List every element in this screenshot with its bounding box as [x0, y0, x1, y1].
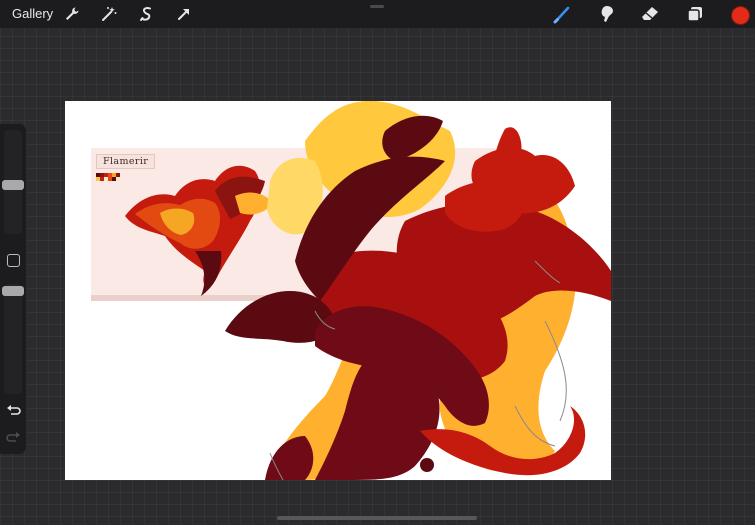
magic-wand-icon[interactable] [100, 5, 118, 23]
brush-size-slider[interactable] [2, 130, 24, 234]
gallery-button[interactable]: Gallery [12, 6, 53, 21]
modify-button[interactable] [7, 254, 20, 267]
top-handle [370, 5, 384, 8]
reference-palette [96, 173, 120, 181]
undo-arrow-icon[interactable] [6, 404, 21, 416]
opacity-slider[interactable] [2, 284, 24, 394]
brush-icon[interactable] [552, 4, 572, 24]
opacity-thumb[interactable] [2, 286, 24, 296]
selection-icon[interactable] [138, 5, 156, 23]
drawing-canvas[interactable]: Flamerir [65, 101, 611, 480]
home-indicator [277, 516, 477, 520]
reference-title: Flamerir [96, 154, 156, 169]
top-toolbar: Gallery [0, 0, 755, 28]
redo-arrow-icon[interactable] [6, 431, 21, 443]
layers-icon[interactable] [685, 4, 705, 24]
left-sidebar [0, 124, 26, 454]
transform-arrow-icon[interactable] [175, 5, 193, 23]
brush-size-thumb[interactable] [2, 180, 24, 190]
smudge-icon[interactable] [596, 4, 616, 24]
color-picker-button[interactable] [731, 6, 750, 25]
eraser-icon[interactable] [640, 4, 660, 24]
wrench-icon[interactable] [63, 5, 81, 23]
